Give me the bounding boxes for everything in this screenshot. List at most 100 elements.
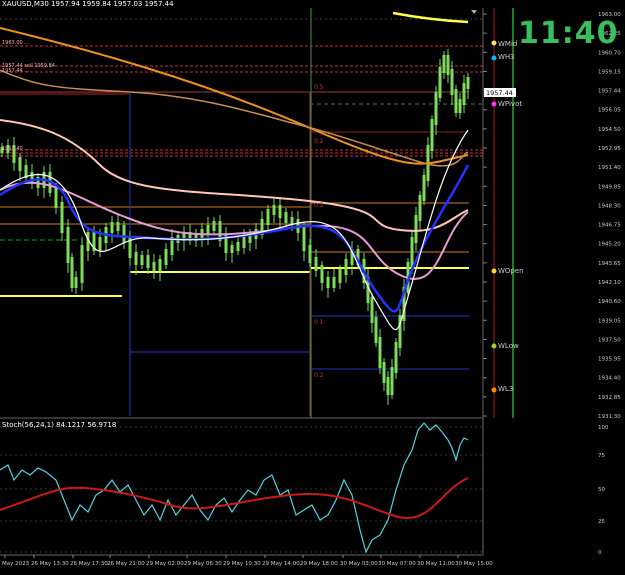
indicator-title: Stoch(56,24,1) 84.1217 56.9718 (2, 421, 117, 429)
candle-body (374, 317, 378, 343)
stoch-tick-label: 0 (598, 550, 602, 556)
time-tick-label: 30 May 11:00 (417, 561, 455, 567)
candle-body (278, 205, 282, 218)
candle-body (394, 342, 398, 373)
stoch-tick-label: 25 (598, 519, 605, 525)
candle-body (212, 221, 216, 231)
time-tick-label: 29 May 06:30 (184, 561, 222, 567)
wl3-dot (491, 387, 497, 393)
price-tick-label: 1940.60 (598, 299, 621, 305)
candle-body (284, 212, 288, 223)
wpivot-dot (491, 101, 497, 107)
candle-body (230, 245, 234, 253)
time-tick-label: 26 May 13:30 (31, 561, 69, 567)
candle-body (438, 67, 442, 98)
candle-body (454, 89, 458, 113)
time-tick-label: 26 May 17:30 (70, 561, 108, 567)
candle-body (410, 237, 414, 268)
candle-body (70, 257, 74, 288)
price-tick-label: 1943.65 (598, 261, 621, 267)
candle-body (98, 237, 102, 251)
candle-body (18, 157, 22, 171)
candle-body (140, 255, 144, 265)
time-tick-label: 30 May 07:00 (378, 561, 416, 567)
candle-body (446, 55, 450, 75)
price-tick-label: 1932.85 (598, 395, 621, 401)
candle-body (386, 377, 390, 395)
candle-body (122, 225, 126, 243)
candle-body (458, 99, 462, 113)
candle-body (418, 195, 422, 221)
price-tick-label: 1954.50 (598, 127, 621, 133)
candle-body (390, 367, 394, 395)
price-chart[interactable]: 0.5 0.2 0.1 0.1 0.2 WMid WH3 WPivot WOpen WL… (0, 0, 625, 571)
candle-body (134, 252, 138, 265)
price-tick-label: 1934.40 (598, 376, 621, 382)
stoch-tick-label: 100 (598, 425, 609, 431)
price-tick-label: 1956.05 (598, 108, 621, 114)
time-tick-label: 29 May 02:00 (146, 561, 184, 567)
candle-body (450, 69, 454, 95)
time-tick-label: 29 May 14:00 (262, 561, 300, 567)
price-tick-label: 1949.85 (598, 184, 621, 190)
candle-body (314, 257, 318, 271)
time-tick-label: 30 May 03:00 (340, 561, 378, 567)
candle-body (54, 187, 58, 208)
candle-body (320, 265, 324, 283)
wlow-label: WLow (498, 342, 519, 350)
wh3-dot (491, 55, 497, 61)
stoch-tick-label: 75 (598, 453, 605, 459)
price-tick-label: 1937.50 (598, 337, 621, 343)
candle-body (266, 209, 270, 225)
price-tick-label: 1951.40 (598, 165, 621, 171)
candle-body (338, 269, 342, 283)
price-tick-label: 1931.30 (598, 414, 621, 420)
candle-body (242, 237, 246, 248)
candle-body (414, 215, 418, 243)
candle-body (146, 255, 150, 268)
price-tick-label: 1939.05 (598, 318, 621, 324)
clock-display: 11:40 (518, 16, 619, 51)
candle-body (378, 337, 382, 368)
candle-body (80, 245, 84, 283)
candle-body (308, 245, 312, 263)
candle-body (272, 205, 276, 215)
time-tick-label: 30 May 15:00 (455, 561, 493, 567)
candle-body (430, 119, 434, 151)
time-tick-label: 26 May 21:00 (107, 561, 145, 567)
candle-body (152, 262, 156, 271)
candle-body (462, 83, 466, 105)
wopen-label: WOpen (498, 267, 524, 275)
zone-label: 0.1 (314, 319, 324, 326)
candle-body (60, 202, 64, 233)
price-tick-label: 1935.95 (598, 357, 621, 363)
zone-label: 0.5 (314, 84, 324, 91)
price-tick-label: 1952.95 (598, 146, 621, 152)
candle-body (164, 249, 168, 265)
left-level-label: 1953.40 ... (2, 146, 29, 152)
candle-body (382, 362, 386, 383)
left-level-label: 1963.00 ... (2, 40, 29, 46)
zone-label: 0.2 (314, 372, 324, 379)
left-level-label: 1957.44 ... (2, 68, 29, 74)
candle-body (74, 277, 78, 288)
stoch-tick-label: 50 (598, 487, 605, 493)
wh3-label: WH3 (498, 53, 515, 61)
zone-label: 0.1 (314, 202, 324, 209)
candle-body (370, 297, 374, 323)
candle-body (158, 259, 162, 271)
candle-body (422, 175, 426, 201)
wlow-dot (491, 343, 497, 349)
price-tick-label: 1959.15 (598, 69, 621, 75)
ohlc-values: 1957.94 1959.84 1957.03 1957.44 (51, 0, 174, 8)
candle-body (344, 259, 348, 275)
price-tick-label: 1946.75 (598, 223, 621, 229)
symbol-title: XAUUSD,M30 1957.94 1959.84 1957.03 1957.… (2, 0, 174, 8)
candle-body (110, 222, 114, 233)
candle-body (442, 55, 446, 73)
wmid-label: WMid (498, 40, 517, 48)
candle-body (236, 242, 240, 251)
candle-body (66, 227, 70, 263)
chart-window[interactable]: 0.5 0.2 0.1 0.1 0.2 WMid WH3 WPivot WOpen WL… (0, 0, 625, 571)
price-tick-label: 1942.10 (598, 280, 621, 286)
